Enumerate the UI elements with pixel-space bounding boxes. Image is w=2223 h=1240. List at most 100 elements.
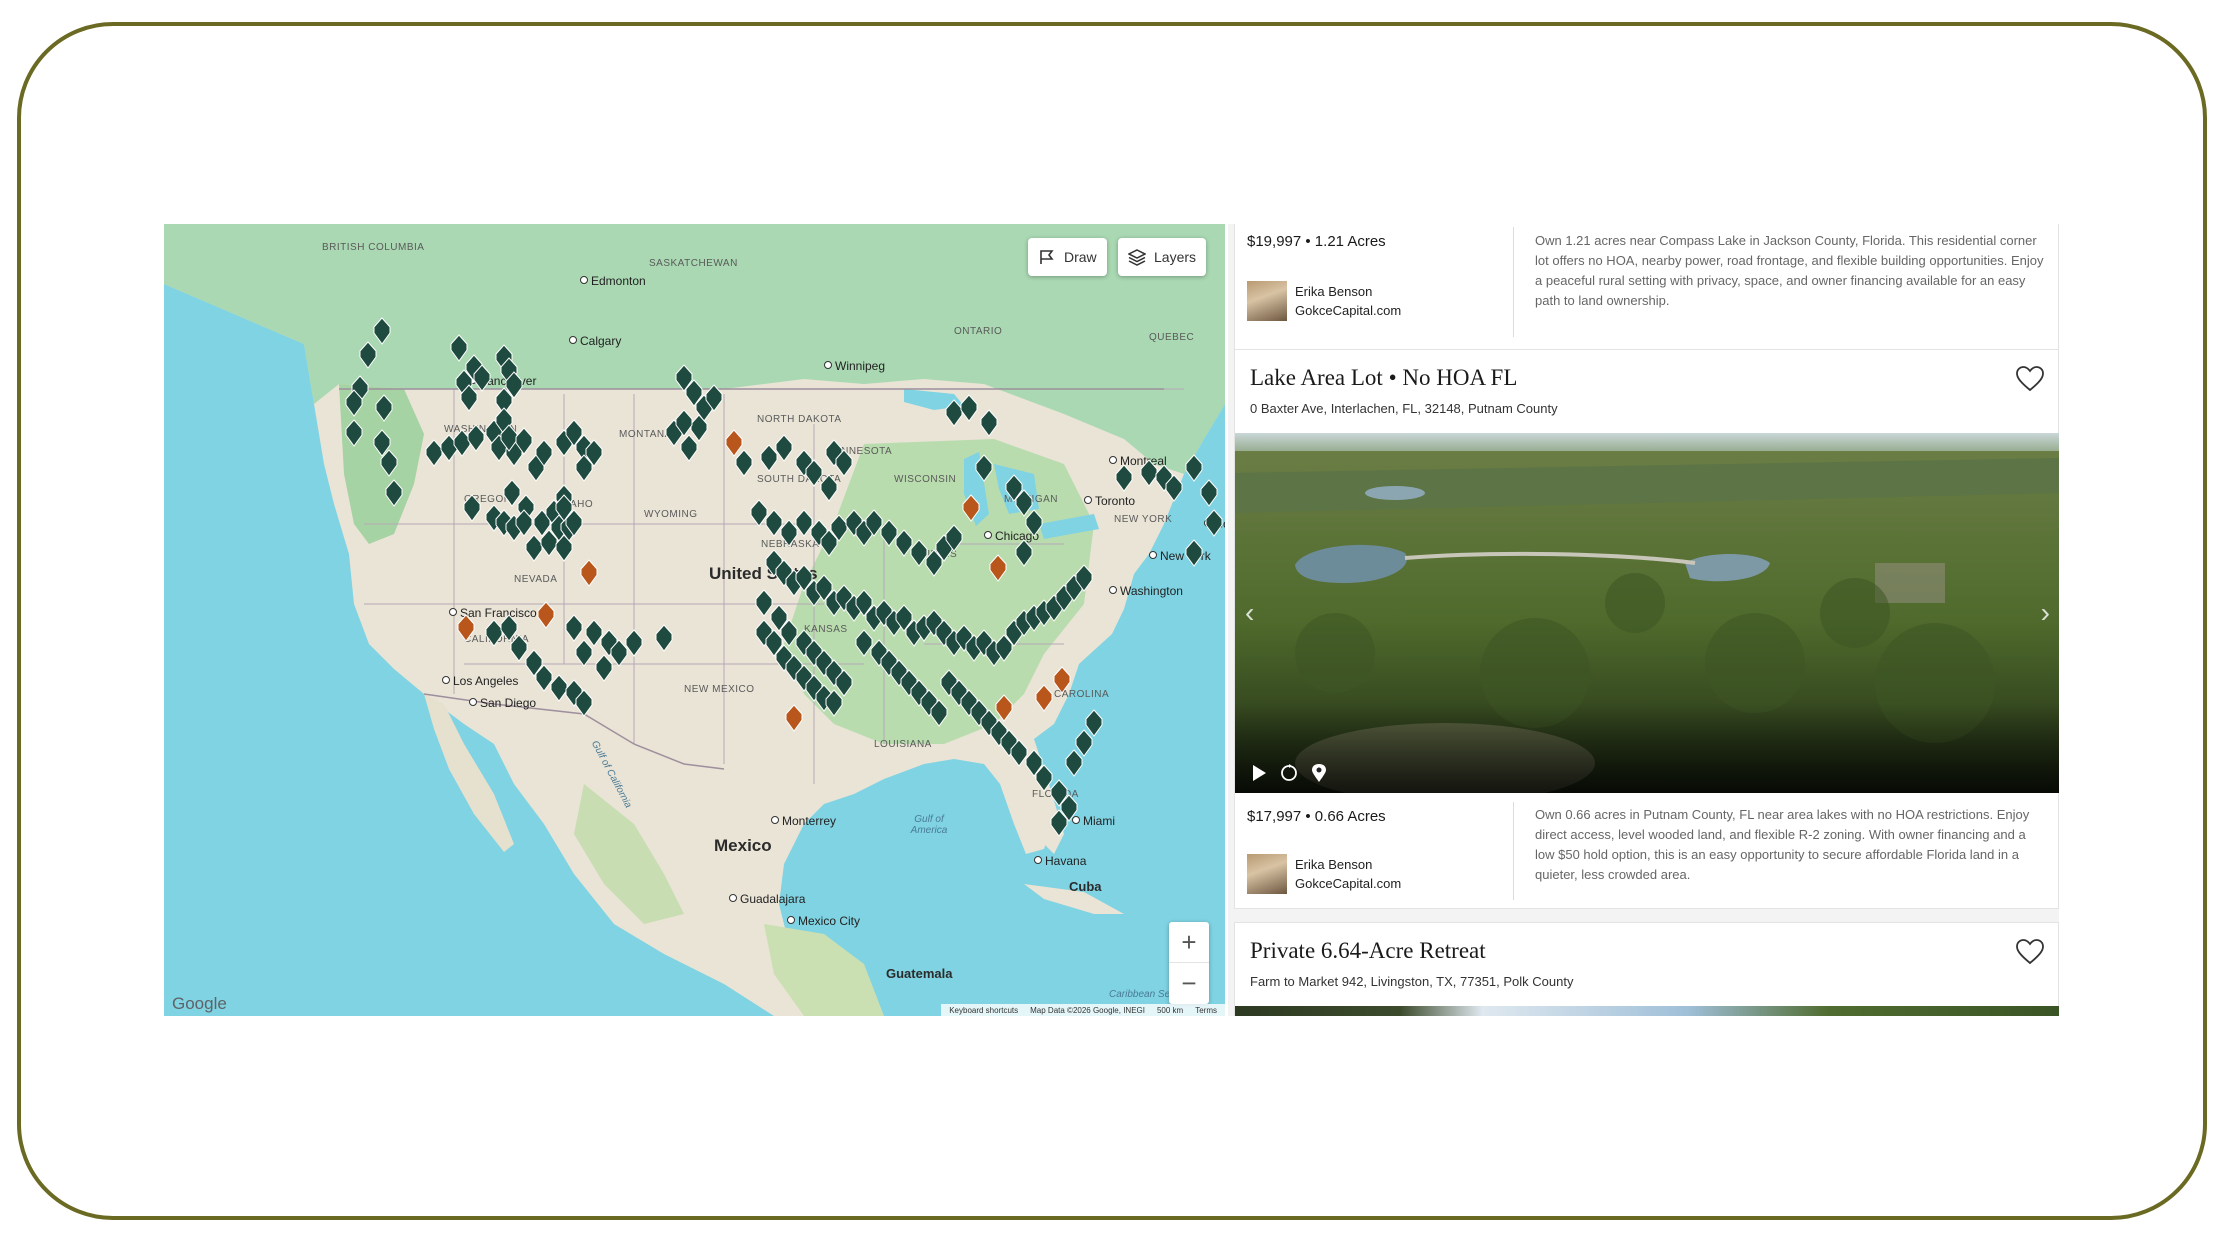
draw-icon — [1040, 250, 1054, 264]
zoom-out-button[interactable]: − — [1169, 963, 1209, 1004]
layers-icon — [1128, 249, 1146, 266]
property-marker[interactable] — [725, 429, 743, 457]
property-marker[interactable] — [1185, 454, 1203, 482]
property-marker[interactable] — [910, 539, 928, 567]
property-marker[interactable] — [373, 317, 391, 345]
property-marker[interactable] — [1185, 539, 1203, 567]
listing-photo[interactable] — [1235, 1006, 2059, 1016]
property-marker[interactable] — [989, 554, 1007, 582]
photo-controls — [1249, 763, 1329, 783]
property-marker[interactable] — [457, 614, 475, 642]
property-marker[interactable] — [537, 601, 555, 629]
property-marker[interactable] — [385, 479, 403, 507]
property-marker[interactable] — [962, 494, 980, 522]
property-marker[interactable] — [575, 639, 593, 667]
property-marker[interactable] — [780, 519, 798, 547]
layers-button[interactable]: Layers — [1118, 238, 1207, 276]
listing-address: 0 Baxter Ave, Interlachen, FL, 32148, Pu… — [1250, 401, 1558, 416]
markers-layer[interactable] — [164, 224, 1225, 1016]
agent-name: Erika Benson — [1295, 284, 1373, 299]
layers-label: Layers — [1154, 249, 1197, 265]
terms-link[interactable]: Terms — [1195, 1006, 1217, 1015]
property-marker[interactable] — [960, 394, 978, 422]
property-marker[interactable] — [895, 529, 913, 557]
property-marker[interactable] — [525, 534, 543, 562]
property-marker[interactable] — [1025, 509, 1043, 537]
property-marker[interactable] — [820, 474, 838, 502]
property-marker[interactable] — [1015, 539, 1033, 567]
listing-price: $19,997 • 1.21 Acres — [1247, 233, 1386, 250]
property-marker[interactable] — [760, 444, 778, 472]
property-marker[interactable] — [359, 341, 377, 369]
listing-address: Farm to Market 942, Livingston, TX, 7735… — [1250, 974, 1574, 989]
property-marker[interactable] — [345, 419, 363, 447]
location-pin-icon[interactable] — [1309, 763, 1329, 783]
property-marker[interactable] — [1115, 464, 1133, 492]
property-marker[interactable] — [1075, 729, 1093, 757]
property-marker[interactable] — [680, 434, 698, 462]
property-marker[interactable] — [467, 424, 485, 452]
property-marker[interactable] — [510, 634, 528, 662]
property-marker[interactable] — [775, 434, 793, 462]
property-marker[interactable] — [1035, 684, 1053, 712]
property-marker[interactable] — [980, 409, 998, 437]
property-marker[interactable] — [425, 439, 443, 467]
property-marker[interactable] — [1140, 459, 1158, 487]
property-marker[interactable] — [945, 399, 963, 427]
property-marker[interactable] — [375, 394, 393, 422]
property-marker[interactable] — [595, 654, 613, 682]
property-marker[interactable] — [500, 614, 518, 642]
property-marker[interactable] — [550, 674, 568, 702]
property-marker[interactable] — [750, 499, 768, 527]
property-marker[interactable] — [855, 629, 873, 657]
agent-company[interactable]: GokceCapital.com — [1295, 876, 1401, 891]
property-marker[interactable] — [995, 694, 1013, 722]
agent-company[interactable]: GokceCapital.com — [1295, 303, 1401, 318]
keyboard-shortcuts-link[interactable]: Keyboard shortcuts — [949, 1006, 1018, 1015]
property-marker[interactable] — [585, 619, 603, 647]
draw-button[interactable]: Draw — [1028, 238, 1107, 276]
scale-text: 500 km — [1156, 1005, 1184, 1015]
agent-name: Erika Benson — [1295, 857, 1373, 872]
play-icon[interactable] — [1249, 763, 1269, 783]
listing-photo[interactable]: ‹ › — [1235, 433, 2059, 793]
divider — [1513, 227, 1514, 337]
property-marker[interactable] — [880, 519, 898, 547]
zoom-control: + − — [1169, 922, 1209, 1004]
listings-panel[interactable]: $19,997 • 1.21 Acres Erika Benson GokceC… — [1228, 224, 2059, 1016]
property-marker[interactable] — [1205, 509, 1223, 537]
property-marker[interactable] — [765, 509, 783, 537]
property-marker[interactable] — [450, 334, 468, 362]
favorite-heart-icon[interactable] — [2016, 939, 2044, 965]
listing-title[interactable]: Private 6.64-Acre Retreat — [1250, 938, 1486, 964]
photo-prev-arrow[interactable]: ‹ — [1245, 597, 1254, 629]
property-marker[interactable] — [1085, 709, 1103, 737]
property-marker[interactable] — [975, 454, 993, 482]
property-marker[interactable] — [625, 629, 643, 657]
listing-price: $17,997 • 0.66 Acres — [1247, 808, 1386, 825]
property-marker[interactable] — [565, 614, 583, 642]
property-marker[interactable] — [463, 494, 481, 522]
property-marker[interactable] — [735, 449, 753, 477]
listing-card[interactable]: Private 6.64-Acre Retreat Farm to Market… — [1234, 922, 2059, 1016]
rotate-360-icon[interactable] — [1279, 763, 1299, 783]
listing-card[interactable]: Lake Area Lot • No HOA FL 0 Baxter Ave, … — [1234, 349, 2059, 909]
zoom-in-button[interactable]: + — [1169, 922, 1209, 963]
property-marker[interactable] — [785, 704, 803, 732]
map-data-text: Map Data ©2026 Google, INEGI — [1030, 1005, 1145, 1015]
property-marker[interactable] — [655, 624, 673, 652]
property-marker[interactable] — [1053, 666, 1071, 694]
photo-next-arrow[interactable]: › — [2041, 597, 2050, 629]
favorite-heart-icon[interactable] — [2016, 366, 2044, 392]
listing-description: Own 0.66 acres in Putnam County, FL near… — [1535, 807, 2030, 882]
property-marker[interactable] — [795, 509, 813, 537]
property-marker[interactable] — [1065, 749, 1083, 777]
property-marker[interactable] — [503, 479, 521, 507]
property-marker[interactable] — [485, 619, 503, 647]
property-marker[interactable] — [755, 589, 773, 617]
property-map[interactable]: BRITISH COLUMBIA SASKATCHEWAN ONTARIO QU… — [164, 224, 1225, 1016]
divider — [1513, 802, 1514, 900]
listing-title[interactable]: Lake Area Lot • No HOA FL — [1250, 365, 1517, 391]
property-marker[interactable] — [580, 559, 598, 587]
property-marker[interactable] — [1200, 479, 1218, 507]
